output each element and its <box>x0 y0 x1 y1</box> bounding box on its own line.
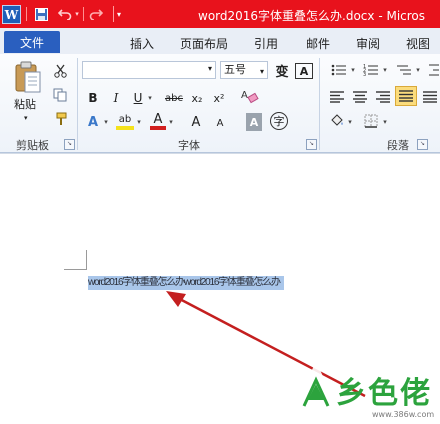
underline-button[interactable]: U <box>131 89 145 107</box>
divider <box>319 58 320 150</box>
font-color-button[interactable]: A <box>150 112 166 130</box>
shrink-font-button[interactable]: A <box>212 114 228 132</box>
divider <box>26 7 27 21</box>
chevron-down-icon[interactable]: ▾ <box>102 113 110 131</box>
customize-quick-access-icon[interactable]: ▾ <box>113 6 124 22</box>
font-group-label: 字体 <box>178 139 200 152</box>
chevron-down-icon[interactable]: ▾ <box>349 61 357 79</box>
chevron-down-icon[interactable]: ▾ <box>167 113 175 131</box>
align-left-icon[interactable] <box>328 88 346 106</box>
word-app-icon[interactable]: W <box>2 5 21 24</box>
chevron-down-icon[interactable]: ▾ <box>381 61 389 79</box>
justify-icon[interactable] <box>395 86 417 106</box>
paragraph-launcher-icon[interactable]: ↘ <box>417 139 428 150</box>
chevron-down-icon[interactable]: ▾ <box>381 113 389 131</box>
tab-insert[interactable]: 插入 <box>130 35 154 52</box>
page-corner-mark <box>86 250 87 270</box>
font-size-value: 五号 <box>224 63 246 76</box>
chevron-down-icon[interactable]: ▾ <box>146 89 154 107</box>
page-corner-mark <box>64 269 86 270</box>
enclose-character-button[interactable]: 字 <box>270 112 288 130</box>
redo-icon[interactable] <box>88 6 104 22</box>
clipboard-group-label: 剪贴板 <box>16 139 49 152</box>
strikethrough-button[interactable]: abc <box>162 89 186 107</box>
font-launcher-icon[interactable]: ↘ <box>306 139 317 150</box>
paste-button[interactable]: 粘贴 <box>14 96 36 112</box>
font-size-select[interactable]: 五号 ▾ <box>220 61 268 79</box>
bullets-icon[interactable] <box>330 61 348 79</box>
italic-button[interactable]: I <box>108 89 124 107</box>
svg-text:A: A <box>241 90 248 101</box>
tab-review[interactable]: 审阅 <box>356 35 380 52</box>
tab-page-layout[interactable]: 页面布局 <box>180 35 228 52</box>
paragraph-group-label: 段落 <box>387 139 409 152</box>
clear-format-eraser-icon[interactable]: A <box>240 87 260 105</box>
chevron-down-icon[interactable]: ▾ <box>135 113 143 131</box>
align-center-icon[interactable] <box>351 88 369 106</box>
decrease-indent-icon[interactable] <box>427 61 440 79</box>
borders-icon[interactable] <box>362 112 380 130</box>
format-painter-icon[interactable] <box>52 110 68 128</box>
chevron-down-icon[interactable]: ▾ <box>260 64 264 80</box>
distributed-align-icon[interactable] <box>421 88 439 106</box>
tab-file[interactable]: 文件 <box>4 31 60 53</box>
window-title: word2016字体重叠怎么办.docx - Micros <box>198 9 426 23</box>
svg-text:3: 3 <box>363 72 366 77</box>
numbering-icon[interactable]: 123 <box>362 61 380 79</box>
align-right-icon[interactable] <box>374 88 392 106</box>
watermark-text: 乡色佬 <box>336 376 432 411</box>
chevron-down-icon[interactable]: ▾ <box>24 114 28 122</box>
superscript-button[interactable]: x² <box>211 89 227 107</box>
watermark-url: www.386w.com <box>372 410 435 419</box>
clipboard-launcher-icon[interactable]: ↘ <box>64 139 75 150</box>
tab-mailings[interactable]: 邮件 <box>306 35 330 52</box>
font-name-select[interactable]: ▾ <box>82 61 216 79</box>
copy-icon[interactable] <box>52 86 68 104</box>
character-shading-button[interactable]: A <box>246 113 262 131</box>
tab-view[interactable]: 视图 <box>406 35 430 52</box>
chevron-down-icon[interactable]: ▾ <box>208 64 212 73</box>
chevron-down-icon[interactable]: ▾ <box>73 6 81 22</box>
grow-font-button[interactable]: A <box>188 113 204 131</box>
subscript-button[interactable]: x₂ <box>189 89 205 107</box>
text-effects-button[interactable]: A <box>84 113 102 131</box>
paste-icon[interactable] <box>14 60 42 94</box>
chevron-down-icon[interactable]: ▾ <box>414 61 422 79</box>
chevron-down-icon[interactable]: ▾ <box>346 113 354 131</box>
multilevel-list-icon[interactable] <box>395 61 413 79</box>
highlight-button[interactable]: ab <box>116 112 134 130</box>
bold-button[interactable]: B <box>85 89 101 107</box>
cut-icon[interactable] <box>52 62 68 80</box>
clear-formatting-button[interactable]: 变 <box>273 61 291 80</box>
character-border-button[interactable]: A <box>295 63 313 79</box>
undo-icon[interactable] <box>57 6 73 22</box>
shading-bucket-icon[interactable] <box>328 112 346 130</box>
arrow-head <box>166 291 186 307</box>
divider <box>83 7 84 21</box>
divider <box>77 58 78 150</box>
tab-references[interactable]: 引用 <box>254 35 278 52</box>
save-icon[interactable] <box>34 6 48 22</box>
